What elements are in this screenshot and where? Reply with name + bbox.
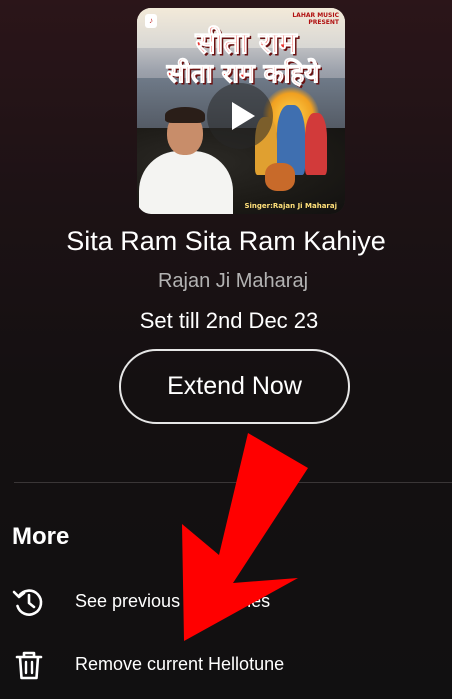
menu-item-remove-current-hellotune[interactable]: Remove current Hellotune: [0, 640, 452, 690]
divider: [14, 482, 452, 483]
album-art-label: LAHAR MUSIC PRESENT: [292, 12, 339, 26]
menu-item-see-previous-hellotunes[interactable]: See previous Hellotunes: [0, 577, 452, 627]
artist-name: Rajan Ji Maharaj: [157, 270, 309, 292]
history-icon: [12, 589, 43, 616]
album-art[interactable]: ♪ LAHAR MUSIC PRESENT सीता राम सीता राम …: [137, 8, 345, 214]
album-art-title-line-1: सीता राम: [195, 26, 297, 61]
album-art-singer-credit: Singer:Rajan Ji Maharaj: [244, 202, 337, 210]
trash-icon: [15, 651, 43, 680]
menu-item-label: Remove current Hellotune: [75, 654, 285, 674]
song-title: Sita Ram Sita Ram Kahiye: [66, 226, 386, 256]
play-button[interactable]: [207, 83, 273, 149]
menu-item-label: See previous Hellotunes: [75, 591, 271, 611]
more-heading: More: [12, 523, 70, 550]
play-icon: [231, 102, 255, 130]
album-art-logo: ♪: [145, 14, 157, 28]
set-till-date: Set till 2nd Dec 23: [139, 308, 319, 333]
extend-now-button[interactable]: Extend Now: [119, 349, 350, 424]
